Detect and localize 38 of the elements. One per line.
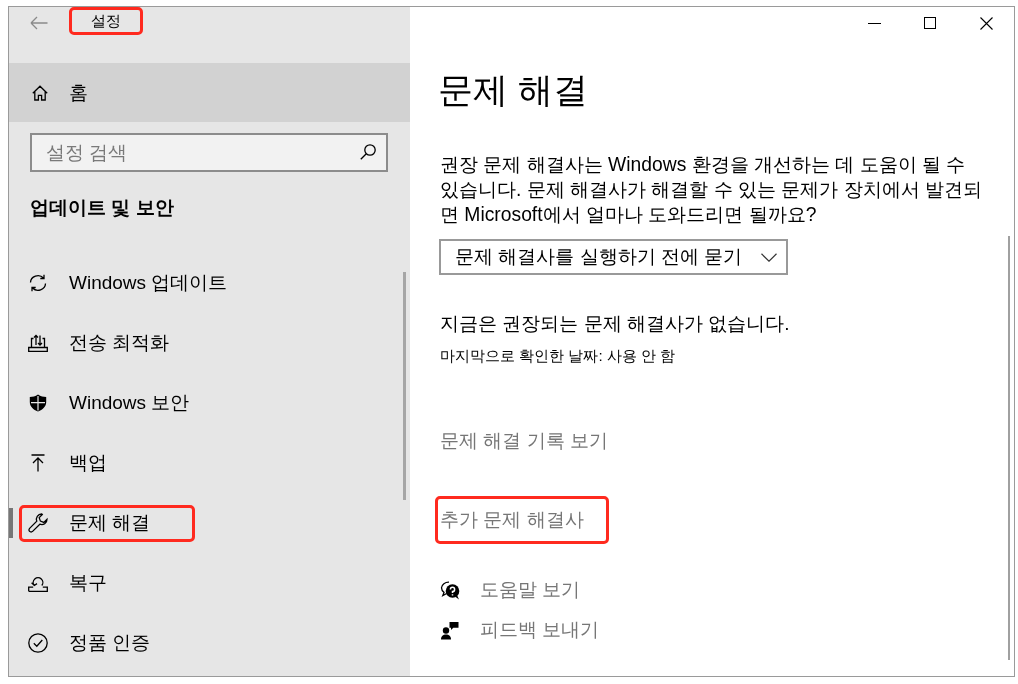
section-title: 업데이트 및 보안 (30, 196, 174, 220)
description-text: 권장 문제 해결사는 Windows 환경을 개선하는 데 도움이 될 수 있습니다. 문제 해결사가 해결할 수 있는 문제가 장치에서 발견되면 Microsoft에서 얼마나 도와드리면 될까요? (440, 153, 984, 227)
shield-icon (29, 394, 47, 412)
close-icon (979, 16, 993, 30)
wrench-icon (28, 513, 48, 533)
dropdown[interactable]: 문제 해결사를 실행하기 전에 묻기 (439, 239, 788, 275)
last-checked-text: 마지막으로 확인한 날짜: 사용 안 함 (440, 346, 676, 366)
status-text: 지금은 권장되는 문제 해결사가 없습니다. (440, 312, 790, 336)
nav-item[interactable]: Windows 업데이트 (19, 264, 273, 302)
tray-arrows-icon (28, 334, 48, 352)
nav-item[interactable]: Windows 보안 (19, 384, 235, 422)
home-nav-item[interactable]: 홈 (9, 63, 410, 122)
upload-arrow-icon (31, 454, 45, 472)
nav-item[interactable]: 정품 인증 (19, 624, 196, 662)
scrollbar-thumb[interactable] (403, 272, 406, 500)
window-title: 설정 (69, 7, 143, 35)
person-chat-icon (441, 620, 459, 640)
help-link[interactable]: 피드백 보내기 (440, 616, 600, 644)
help-link[interactable]: 도움말 보기 (440, 576, 581, 604)
nav-item[interactable]: 전송 최적화 (19, 324, 215, 362)
check-circle-icon (28, 633, 48, 653)
maximize-icon (924, 17, 936, 29)
nav-item[interactable]: 문제 해결 (19, 504, 196, 542)
link[interactable]: 추가 문제 해결사 (435, 496, 609, 544)
nav-item[interactable]: 복구 (19, 564, 152, 602)
search-icon (360, 144, 376, 160)
back-arrow-icon (30, 16, 48, 30)
scrollbar-thumb[interactable] (1008, 236, 1010, 660)
search-field[interactable]: 설정 검색 (30, 133, 388, 172)
link[interactable]: 문제 해결 기록 보기 (435, 417, 633, 465)
sync-icon (28, 274, 48, 292)
curved-arrow-tray-icon (28, 574, 48, 592)
minimize-icon (867, 22, 881, 24)
nav-item[interactable]: 백업 (19, 444, 152, 482)
chat-question-icon (440, 580, 460, 600)
chevron-down-icon (761, 252, 777, 262)
home-icon (32, 84, 48, 101)
page-title: 문제 해결 (438, 69, 588, 111)
